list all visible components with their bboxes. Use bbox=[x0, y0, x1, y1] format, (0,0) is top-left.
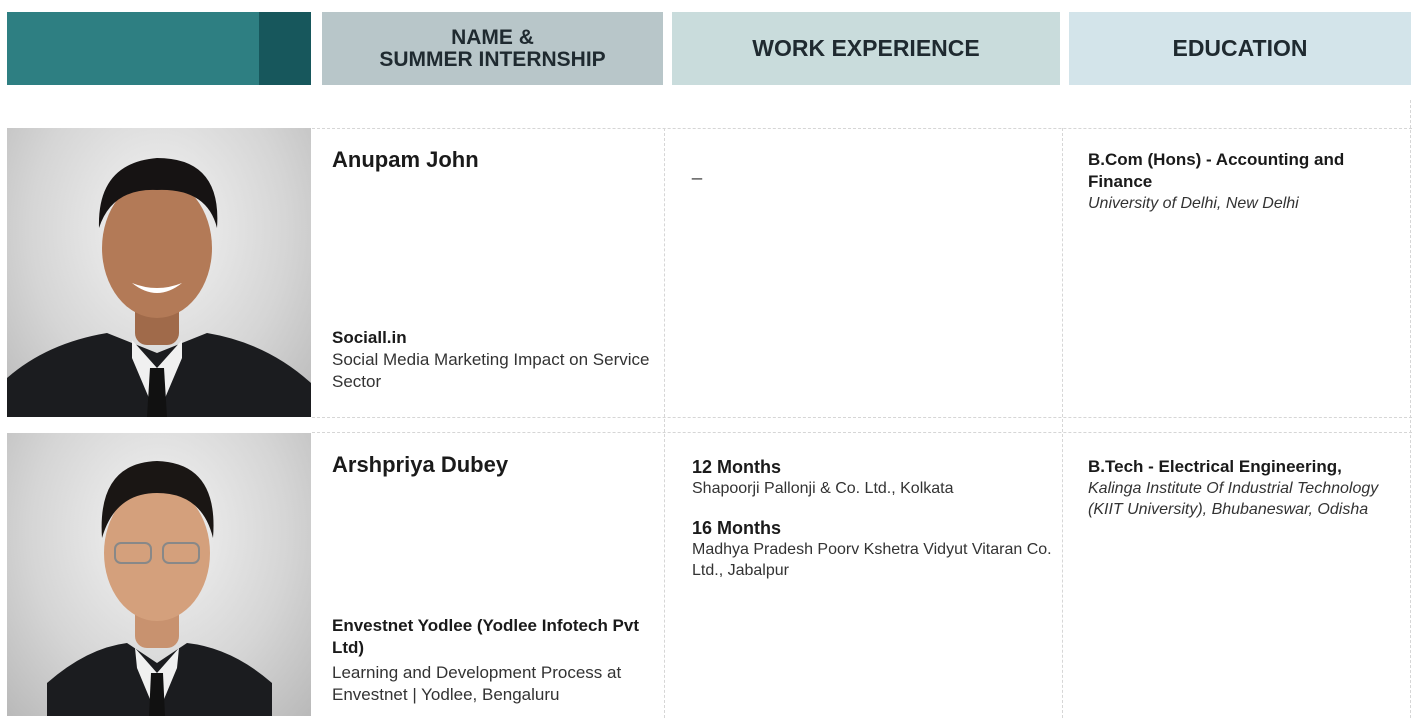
education-block: B.Com (Hons) - Accounting and Finance Un… bbox=[1088, 149, 1406, 214]
work-experience-block: 12 Months Shapoorji Pallonji & Co. Ltd.,… bbox=[692, 456, 1052, 599]
work-duration: 16 Months bbox=[692, 518, 782, 538]
internship-project: Learning and Development Process at Enve… bbox=[332, 663, 622, 704]
header-name-line1: NAME & bbox=[451, 25, 534, 49]
work-duration: 12 Months bbox=[692, 457, 782, 477]
education-block: B.Tech - Electrical Engineering, Kalinga… bbox=[1088, 456, 1406, 520]
work-experience-empty: _ bbox=[692, 160, 703, 180]
institution: University of Delhi, New Delhi bbox=[1088, 195, 1299, 212]
internship-project: Social Media Marketing Impact on Service… bbox=[332, 350, 650, 391]
profile-photo bbox=[7, 128, 311, 417]
column-divider bbox=[1410, 100, 1411, 718]
header-name-line2: SUMMER INTERNSHIP bbox=[379, 47, 606, 71]
degree: B.Com (Hons) - Accounting and Finance bbox=[1088, 150, 1345, 191]
row-divider bbox=[312, 417, 1412, 418]
header-photo-accent bbox=[259, 12, 311, 85]
column-divider bbox=[664, 128, 665, 718]
header-photo-block bbox=[7, 12, 259, 85]
work-organization: Madhya Pradesh Poorv Kshetra Vidyut Vita… bbox=[692, 541, 1052, 579]
internship-company: Envestnet Yodlee (Yodlee Infotech Pvt Lt… bbox=[332, 616, 640, 657]
internship-company: Sociall.in bbox=[332, 328, 407, 347]
header-education: EDUCATION bbox=[1069, 12, 1411, 85]
profile-name: Anupam John bbox=[332, 147, 479, 172]
column-divider bbox=[1062, 128, 1063, 718]
row-divider bbox=[312, 432, 1412, 433]
row-divider bbox=[312, 128, 1412, 129]
profile-photo bbox=[7, 433, 311, 716]
profile-name: Arshpriya Dubey bbox=[332, 452, 509, 477]
institution: Kalinga Institute Of Industrial Technolo… bbox=[1088, 480, 1379, 518]
header-name-internship: NAME & SUMMER INTERNSHIP bbox=[322, 12, 663, 85]
degree: B.Tech - Electrical Engineering, bbox=[1088, 457, 1342, 476]
work-organization: Shapoorji Pallonji & Co. Ltd., Kolkata bbox=[692, 480, 954, 497]
header-work-experience: WORK EXPERIENCE bbox=[672, 12, 1060, 85]
